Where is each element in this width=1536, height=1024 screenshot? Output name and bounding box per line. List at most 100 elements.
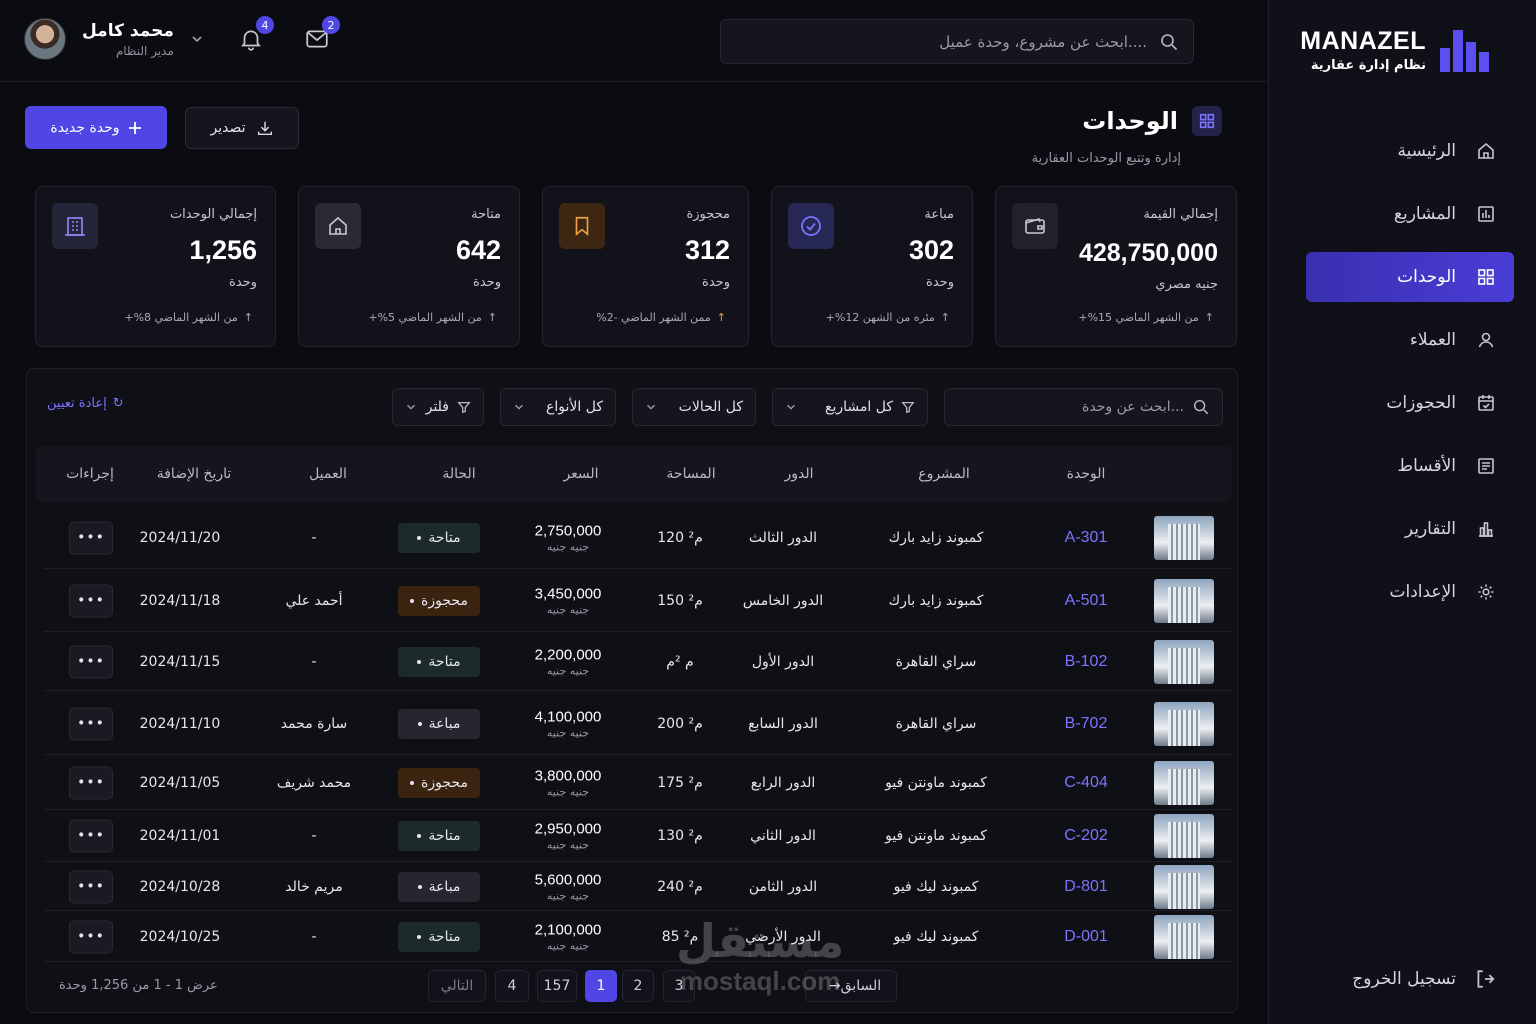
arrow-up-icon: ↑: [940, 311, 950, 324]
pagination-page[interactable]: 4: [495, 970, 529, 1002]
table-row[interactable]: D-001 كمبوند ليك فيو الدور الأرضي 85 م² 2,10…: [44, 912, 1232, 962]
table-row[interactable]: A-501 كمبوند زايد بارك الدور الخامس 150 م² 3…: [44, 570, 1232, 632]
export-button[interactable]: تصدير: [185, 107, 299, 149]
sidebar-item-units[interactable]: الوحدات: [1306, 252, 1514, 302]
unit-project: كمبوند ماونتن فيو: [885, 827, 987, 844]
sidebar-item-installments[interactable]: الأقساط: [1306, 441, 1514, 491]
status-label: محجوزة: [421, 774, 468, 791]
column-header-price: السعر: [563, 466, 599, 482]
unit-area: 120 م²: [657, 529, 703, 546]
row-actions-button[interactable]: •••: [69, 766, 113, 799]
unit-project: سراي القاهرة: [895, 715, 977, 732]
chevron-down-icon: [407, 404, 415, 410]
unit-id-link[interactable]: C-404: [1064, 774, 1108, 792]
stat-label: إجمالي القيمة: [1143, 207, 1218, 222]
table-row[interactable]: C-404 كمبوند ماونتن فيو الدور الرابع 175 م²…: [44, 756, 1232, 810]
sidebar-item-label: الأقساط: [1397, 456, 1456, 476]
arrow-right-icon: →: [828, 978, 841, 994]
stat-unit: وحدة: [702, 275, 730, 290]
unit-id-link[interactable]: B-702: [1065, 715, 1108, 733]
filter-button[interactable]: فلتر: [392, 388, 484, 426]
pagination-page[interactable]: 157: [537, 970, 577, 1002]
unit-id-link[interactable]: A-301: [1065, 529, 1108, 547]
arrow-up-icon: ↑: [487, 311, 497, 324]
logout-button[interactable]: تسجيل الخروج: [1352, 968, 1496, 990]
table-row[interactable]: C-202 كمبوند ماونتن فيو الدور الثاني 130 م²…: [44, 810, 1232, 862]
status-filter-select[interactable]: كل الحالات: [632, 388, 756, 426]
table-row[interactable]: B-102 سراي القاهرة الدور الأول م ²م 2,200,00…: [44, 633, 1232, 691]
sidebar-item-label: الحجوزات: [1386, 393, 1456, 413]
unit-date: 2024/11/10: [139, 715, 221, 732]
pagination-page-current[interactable]: 1: [585, 970, 617, 1002]
unit-search-placeholder: ابحث عن وحدة...: [1082, 399, 1184, 415]
unit-id-link[interactable]: A-501: [1065, 592, 1108, 610]
sidebar-item-settings[interactable]: الإعدادات: [1306, 567, 1514, 617]
status-label: محجوزة: [421, 592, 468, 609]
unit-price-currency: جنيه جنيه: [546, 725, 590, 739]
unit-price-currency: جنيه جنيه: [546, 888, 590, 902]
sidebar-item-label: الرئيسية: [1397, 141, 1456, 161]
column-header-client: العميل: [309, 466, 347, 482]
sidebar-item-home[interactable]: الرئيسية: [1306, 126, 1514, 176]
row-actions-button[interactable]: •••: [69, 920, 113, 953]
row-actions-button[interactable]: •••: [69, 584, 113, 617]
table-row[interactable]: A-301 كمبوند زايد بارك الدور الثالث 120 م² 2…: [44, 507, 1232, 569]
status-badge: متاحة: [398, 921, 480, 952]
status-filter-label: كل الحالات: [678, 399, 743, 415]
global-search-placeholder: ابحث عن مشروع، وحدة عميل....: [939, 32, 1147, 51]
unit-id-link[interactable]: C-202: [1064, 827, 1108, 845]
pagination-prev-button[interactable]: → السابق: [805, 970, 897, 1002]
status-label: متاحة: [428, 928, 461, 945]
pagination-page[interactable]: 2: [622, 970, 654, 1002]
row-actions-button[interactable]: •••: [69, 521, 113, 554]
sidebar-item-label: المشاريع: [1393, 204, 1456, 224]
row-actions-button[interactable]: •••: [69, 870, 113, 903]
unit-price-value: 2,950,000: [534, 819, 602, 837]
unit-project: كمبوند ليك فيو: [893, 928, 979, 945]
logout-label: تسجيل الخروج: [1352, 969, 1456, 989]
user-role: مدير النظام: [115, 43, 174, 58]
user-name: محمد كامل: [82, 20, 174, 41]
user-menu[interactable]: محمد كامل مدير النظام: [24, 18, 204, 60]
column-header-date: تاريخ الإضافة: [156, 466, 232, 482]
unit-id-link[interactable]: D-801: [1064, 878, 1108, 896]
messages-badge: 2: [322, 16, 340, 34]
unit-price-currency: جنيه جنيه: [546, 539, 590, 553]
status-label: متاحة: [428, 653, 461, 670]
unit-id-link[interactable]: D-001: [1064, 928, 1108, 946]
unit-id-link[interactable]: B-102: [1065, 653, 1108, 671]
unit-client: أحمد علي: [285, 592, 343, 609]
unit-price-value: 4,100,000: [534, 707, 602, 725]
unit-floor: الدور الخامس: [742, 592, 824, 609]
sidebar-item-reports[interactable]: التقارير: [1306, 504, 1514, 554]
sidebar-item-projects[interactable]: المشاريع: [1306, 189, 1514, 239]
projects-icon: [1478, 206, 1494, 222]
plus-icon: [128, 121, 141, 134]
sidebar-nav: الرئيسية المشاريع الوحدات العملاء الحجوز…: [1306, 126, 1514, 630]
pagination-page[interactable]: 3: [663, 970, 695, 1002]
unit-price-value: 5,600,000: [534, 870, 602, 888]
row-actions-button[interactable]: •••: [69, 645, 113, 678]
notifications-button[interactable]: 4: [238, 16, 274, 54]
type-filter-select[interactable]: كل الأنواع: [500, 388, 616, 426]
sidebar-item-bookings[interactable]: الحجوزات: [1306, 378, 1514, 428]
unit-project: كمبوند زايد بارك: [888, 592, 984, 609]
unit-search-input[interactable]: ابحث عن وحدة...: [944, 388, 1223, 426]
messages-button[interactable]: 2: [304, 16, 340, 54]
unit-thumbnail: [1154, 760, 1214, 805]
row-actions-button[interactable]: •••: [69, 707, 113, 740]
status-dot-icon: [417, 659, 422, 664]
arrow-up-icon: ↑: [243, 311, 253, 324]
global-search-input[interactable]: ابحث عن مشروع، وحدة عميل....: [720, 19, 1194, 64]
row-actions-button[interactable]: •••: [69, 819, 113, 852]
stat-trend-text: من الشهر الماضي 15%+: [1078, 311, 1199, 324]
more-icon: •••: [77, 715, 105, 732]
reset-filters-button[interactable]: إعادة تعيين ↻: [47, 396, 124, 411]
table-row[interactable]: B-702 سراي القاهرة الدور السابع 200 م² 4,100…: [44, 693, 1232, 755]
more-icon: •••: [77, 928, 105, 945]
pagination-next-button[interactable]: التالي: [428, 970, 486, 1002]
sidebar-item-clients[interactable]: العملاء: [1306, 315, 1514, 365]
projects-filter-select[interactable]: كل امشاريع: [772, 388, 928, 426]
new-unit-button[interactable]: وحدة جديدة: [25, 106, 167, 149]
table-row[interactable]: D-801 كمبوند ليك فيو الدور الثامن 240 م² 5,6…: [44, 863, 1232, 911]
